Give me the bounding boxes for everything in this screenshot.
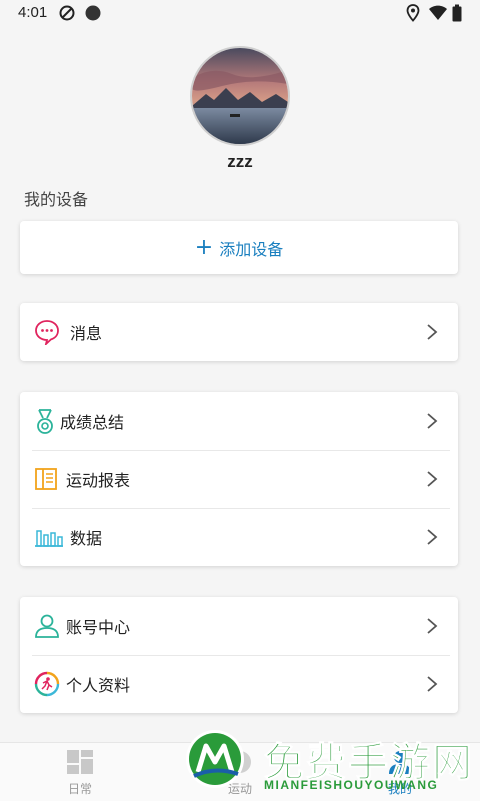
notification-dot-icon [84, 4, 102, 26]
menu-item-messages[interactable]: 消息 [20, 303, 458, 361]
data-saver-icon [58, 4, 76, 26]
battery-icon [452, 4, 462, 26]
menu-item-label: 运动报表 [66, 471, 131, 490]
medal-icon [32, 408, 58, 434]
menu-item-personal-info[interactable]: 个人资料 [20, 655, 458, 713]
menu-item-sport-report[interactable]: 运动报表 [20, 450, 458, 508]
user-icon [34, 613, 60, 639]
wifi-icon [428, 4, 448, 26]
message-icon [34, 319, 60, 347]
menu-item-label: 账号中心 [66, 618, 131, 637]
chevron-right-icon [426, 528, 438, 546]
menu-group-messages: 消息 [20, 303, 458, 361]
menu-item-label: 个人资料 [66, 676, 131, 695]
location-icon [406, 4, 420, 26]
plus-icon: + [194, 234, 214, 260]
bar-chart-icon [34, 524, 64, 550]
menu-item-label: 成绩总结 [60, 413, 125, 432]
menu-item-label: 数据 [70, 529, 103, 548]
add-device-button[interactable]: + 添加设备 [20, 221, 458, 274]
menu-group-stats: 成绩总结 运动报表 数据 [20, 392, 458, 566]
add-device-label: 添加设备 [219, 239, 284, 259]
username: zzz [227, 152, 253, 171]
nav-tab-daily[interactable]: 日常 [40, 749, 120, 797]
menu-group-account: 账号中心 个人资料 [20, 597, 458, 713]
menu-item-account-center[interactable]: 账号中心 [20, 597, 458, 655]
status-time: 4:01 [18, 4, 48, 21]
avatar-landscape-image [192, 48, 288, 144]
status-bar: 4:01 [0, 0, 480, 25]
report-book-icon [34, 466, 60, 492]
menu-item-data[interactable]: 数据 [20, 508, 458, 566]
watermark-logo-icon [184, 728, 246, 790]
my-devices-title: 我的设备 [24, 190, 89, 209]
nav-tab-label: 日常 [67, 782, 92, 796]
chevron-right-icon [426, 412, 438, 430]
avatar[interactable] [190, 46, 290, 146]
watermark-subtitle: MIANFEISHOUYOUWANG [264, 778, 439, 792]
chevron-right-icon [426, 323, 438, 341]
chevron-right-icon [426, 617, 438, 635]
dashboard-icon [40, 749, 120, 778]
menu-item-achievements[interactable]: 成绩总结 [20, 392, 458, 450]
watermark: 免费手游网 MIANFEISHOUYOUWANG [180, 728, 480, 800]
menu-item-label: 消息 [70, 324, 103, 343]
chevron-right-icon [426, 675, 438, 693]
profile-runner-icon [34, 671, 60, 697]
chevron-right-icon [426, 470, 438, 488]
